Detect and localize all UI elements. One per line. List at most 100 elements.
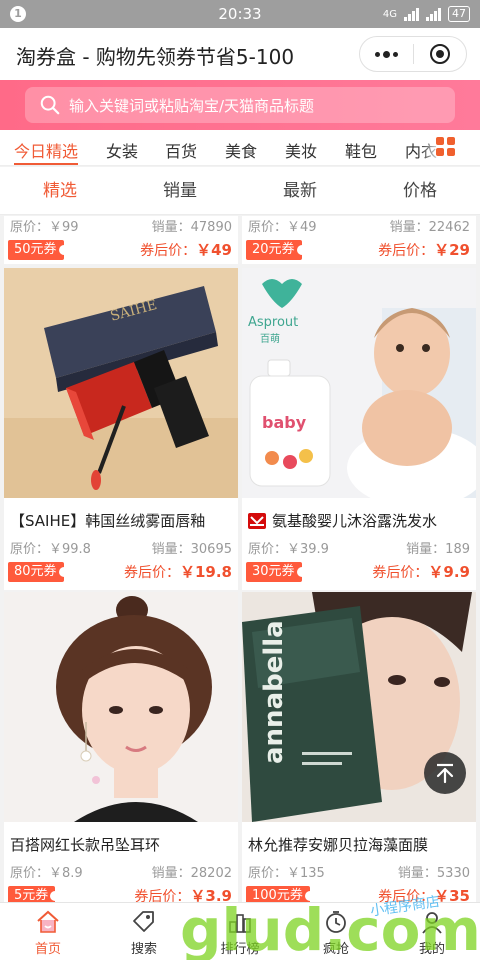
- tag-search-icon: [133, 911, 154, 932]
- coupon-badge[interactable]: 30元券: [246, 562, 307, 582]
- close-target-icon: [429, 44, 450, 64]
- product-image[interactable]: Asprout 百萌 baby: [242, 268, 476, 498]
- category-grid-icon[interactable]: [436, 137, 456, 157]
- nav-search[interactable]: 搜索: [96, 903, 192, 960]
- tab-beauty[interactable]: 美妆: [285, 138, 317, 162]
- nav-home-label: 首页: [34, 942, 61, 957]
- coupon-badge[interactable]: 20元券: [246, 240, 307, 260]
- product-name[interactable]: 百搭网红长款吊坠耳环: [10, 834, 160, 855]
- bottom-nav: 首页 搜索 排行榜 疯抢 我的: [0, 902, 480, 960]
- nav-home[interactable]: 首页: [0, 903, 96, 960]
- original-price: 原价：￥99: [10, 220, 79, 235]
- search-icon: [40, 95, 60, 115]
- ranking-icon: [229, 914, 251, 933]
- price-row: 原价：￥8.9 销量：28202: [10, 862, 232, 881]
- status-indicators: 4G 47: [383, 6, 470, 22]
- coupon-row: 20元券 券后价：￥29: [242, 240, 470, 260]
- price-row: 原价：￥99.8 销量：30695: [10, 538, 232, 557]
- product-image[interactable]: [4, 592, 238, 822]
- tab-food[interactable]: 美食: [225, 138, 257, 162]
- tab-women-clothing[interactable]: 女装: [106, 138, 138, 162]
- search-input[interactable]: 输入关键词或粘贴淘宝/天猫商品标题: [25, 87, 455, 123]
- user-icon: [422, 912, 442, 934]
- product-card[interactable]: Asprout 百萌 baby 氨基酸婴儿沐浴露洗发水 原价：￥39.9 销量：…: [242, 268, 476, 590]
- after-coupon-price: 券后价：￥19.8: [123, 563, 232, 581]
- sort-price[interactable]: 价格: [360, 167, 480, 214]
- product-name[interactable]: 林允推荐安娜贝拉海藻面膜: [248, 834, 428, 855]
- sales-count: 销量：47890: [151, 220, 232, 235]
- coupon-badge[interactable]: 50元券: [8, 240, 69, 260]
- original-price: 原价：￥39.9: [248, 542, 329, 557]
- baby-brand-text: Asprout: [248, 315, 298, 330]
- price-row: 原价：￥49 销量：22462: [248, 216, 470, 235]
- nav-profile[interactable]: 我的: [384, 903, 480, 960]
- price-row: 原价：￥39.9 销量：189: [248, 538, 470, 557]
- battery-icon: 47: [448, 6, 470, 22]
- earring-model-photo: [4, 592, 238, 822]
- nav-search-label: 搜索: [130, 942, 157, 957]
- coupon-badge[interactable]: 80元券: [8, 562, 69, 582]
- product-card[interactable]: SAIHE 【SAIHE】韩国丝绒雾面唇釉 原价：￥99.8 销量：30695 …: [4, 268, 238, 590]
- category-tabs: 今日精选 女装 百货 美食 美妆 鞋包 内衣: [0, 130, 480, 166]
- coupon-badge[interactable]: 5元券: [8, 886, 61, 902]
- coupon-row: 80元券 券后价：￥19.8: [4, 562, 232, 582]
- status-bar: 1 20:33 4G 47: [0, 0, 480, 28]
- tab-today-picks[interactable]: 今日精选: [14, 138, 78, 162]
- sort-newest[interactable]: 最新: [240, 167, 360, 214]
- nav-ranking[interactable]: 排行榜: [192, 903, 288, 960]
- close-miniprogram-button[interactable]: [414, 37, 467, 71]
- page-title: 淘券盒 - 购物先领券节省5-100: [16, 45, 295, 69]
- after-coupon-price: 券后价：￥9.9: [372, 563, 470, 581]
- signal-icon-2: [426, 7, 441, 21]
- sort-tabs: 精选 销量 最新 价格: [0, 167, 480, 215]
- sales-count: 销量：28202: [151, 866, 232, 881]
- sort-sales[interactable]: 销量: [120, 167, 240, 214]
- original-price: 原价：￥135: [248, 866, 325, 881]
- product-card[interactable]: 原价：￥99 销量：47890 50元券 券后价：￥49: [4, 216, 238, 264]
- coupon-row: 5元券 券后价：￥3.9: [4, 886, 232, 902]
- after-coupon-price: 券后价：￥35: [378, 887, 470, 902]
- clock-icon: [326, 911, 346, 933]
- back-to-top-button[interactable]: [424, 752, 466, 794]
- product-name[interactable]: 氨基酸婴儿沐浴露洗发水: [248, 510, 437, 531]
- sort-featured[interactable]: 精选: [0, 167, 120, 214]
- after-coupon-price: 券后价：￥49: [140, 241, 232, 259]
- more-button[interactable]: [360, 37, 413, 71]
- product-card[interactable]: annabella 林允推荐安娜贝拉海藻面膜 原价：￥135 销量：5330 1…: [242, 592, 476, 902]
- app-screen: 1 20:33 4G 47 淘券盒 - 购物先领券节省5-100 输入关键词或粘…: [0, 0, 480, 960]
- product-card[interactable]: 原价：￥49 销量：22462 20元券 券后价：￥29: [242, 216, 476, 264]
- product-name[interactable]: 【SAIHE】韩国丝绒雾面唇釉: [10, 510, 205, 531]
- product-grid: 原价：￥99 销量：47890 50元券 券后价：￥49 原价：￥49 销量：2…: [0, 216, 480, 902]
- tab-general-goods[interactable]: 百货: [165, 138, 197, 162]
- mask-brand-text: annabella: [259, 620, 289, 764]
- original-price: 原价：￥49: [248, 220, 317, 235]
- after-coupon-price: 券后价：￥3.9: [134, 887, 232, 902]
- sales-count: 销量：189: [406, 542, 470, 557]
- active-tab-underline: [14, 163, 78, 165]
- arrow-up-icon: [436, 763, 454, 784]
- tmall-badge-icon: [248, 512, 266, 529]
- product-image[interactable]: SAIHE: [4, 268, 238, 498]
- original-price: 原价：￥8.9: [10, 866, 83, 881]
- sales-count: 销量：22462: [389, 220, 470, 235]
- sales-count: 销量：30695: [151, 542, 232, 557]
- price-row: 原价：￥135 销量：5330: [248, 862, 470, 881]
- nav-flash-sale[interactable]: 疯抢: [288, 903, 384, 960]
- nav-profile-label: 我的: [418, 942, 445, 957]
- nav-ranking-label: 排行榜: [220, 942, 260, 957]
- search-placeholder: 输入关键词或粘贴淘宝/天猫商品标题: [69, 96, 315, 115]
- product-card[interactable]: 百搭网红长款吊坠耳环 原价：￥8.9 销量：28202 5元券 券后价：￥3.9: [4, 592, 238, 902]
- signal-icon: [404, 7, 419, 21]
- coupon-row: 100元券 券后价：￥35: [242, 886, 470, 902]
- coupon-badge[interactable]: 100元券: [246, 886, 315, 902]
- title-bar: 淘券盒 - 购物先领券节省5-100: [0, 28, 480, 80]
- home-icon: [37, 910, 59, 933]
- tab-bags-shoes[interactable]: 鞋包: [345, 138, 377, 162]
- nav-flash-sale-label: 疯抢: [322, 942, 349, 957]
- search-header: 输入关键词或粘贴淘宝/天猫商品标题: [0, 80, 480, 130]
- price-row: 原价：￥99 销量：47890: [10, 216, 232, 235]
- after-coupon-price: 券后价：￥29: [378, 241, 470, 259]
- lipstick-photo: SAIHE: [4, 268, 238, 498]
- coupon-row: 50元券 券后价：￥49: [4, 240, 232, 260]
- baby-label-text: baby: [262, 413, 307, 432]
